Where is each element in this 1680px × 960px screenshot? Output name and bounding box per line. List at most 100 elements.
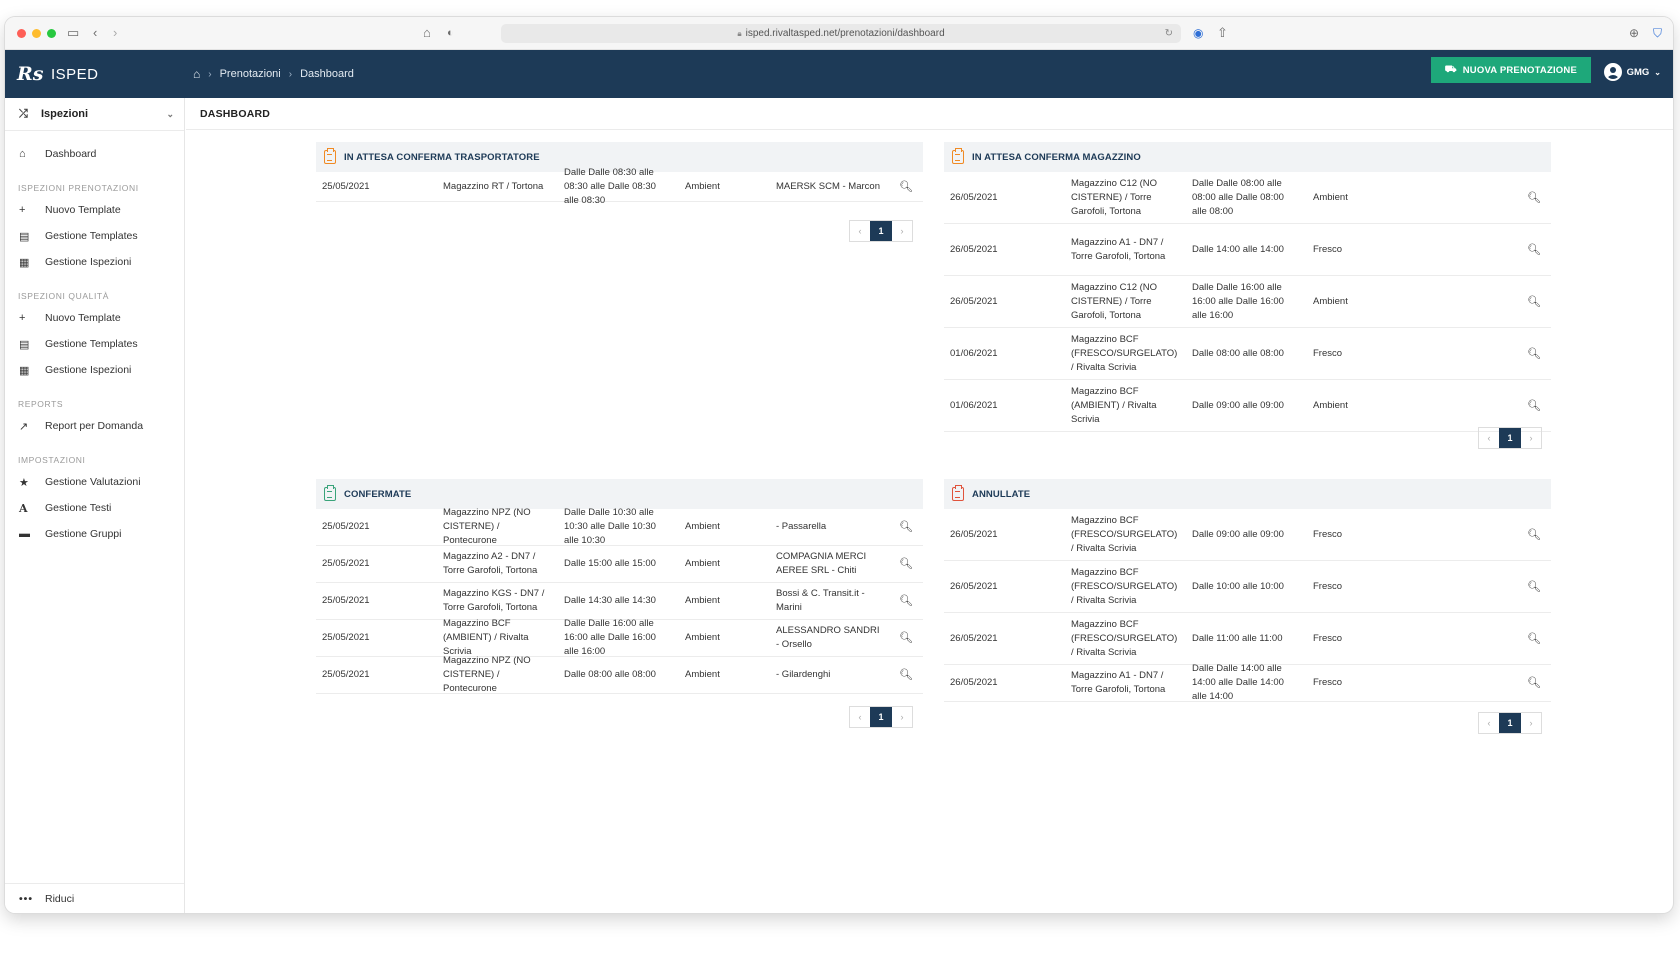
share-icon[interactable]: ⇧ <box>1217 25 1228 41</box>
panel-title: IN ATTESA CONFERMA MAGAZZINO <box>972 151 1141 163</box>
next-page-button[interactable]: › <box>1521 713 1541 733</box>
breadcrumb-dashboard[interactable]: Dashboard <box>300 68 354 80</box>
cell-type: Fresco <box>1313 580 1343 592</box>
page-number-button[interactable]: 1 <box>1499 428 1521 448</box>
plus-icon: + <box>19 204 26 216</box>
cell-time: Dalle 11:00 alle 11:00 <box>1192 632 1283 644</box>
table-row: 26/05/2021 Magazzino A1 - DN7 / Torre Gar… <box>944 224 1551 276</box>
breadcrumb-prenotazioni[interactable]: Prenotazioni <box>220 68 281 80</box>
prev-page-button[interactable]: ‹ <box>850 221 870 241</box>
sidebar-item-label: Gestione Gruppi <box>45 528 122 540</box>
font-icon: A <box>19 501 28 515</box>
cell-time: Dalle 08:00 alle 08:00 <box>1192 347 1284 359</box>
cell-warehouse: Magazzino A1 - DN7 / Torre Garofoli, Tor… <box>1071 236 1166 262</box>
sidebar-item-groups[interactable]: ▬ Gestione Gruppi <box>5 521 184 547</box>
downloads-icon[interactable]: ⊕ <box>1629 25 1639 41</box>
search-icon[interactable]: 🔍︎ <box>889 557 923 571</box>
sidebar-item-dashboard[interactable]: ⌂ Dashboard <box>5 141 184 167</box>
back-icon[interactable]: ‹ <box>93 25 97 41</box>
prev-page-button[interactable]: ‹ <box>850 707 870 727</box>
search-icon[interactable]: 🔍︎ <box>1517 528 1551 542</box>
search-icon[interactable]: 🔍︎ <box>889 594 923 608</box>
panel-title: CONFERMATE <box>344 488 412 500</box>
sidebar-item-texts[interactable]: A Gestione Testi <box>5 495 184 521</box>
user-menu[interactable]: GMG ⌄ <box>1603 63 1661 81</box>
maximize-window-button[interactable] <box>47 29 56 38</box>
sidebar-item-report-per-question[interactable]: ↗ Report per Domanda <box>5 413 184 439</box>
search-icon[interactable]: 🔍︎ <box>1517 676 1551 690</box>
cell-warehouse: Magazzino BCF (FRESCO/SURGELATO) / Rival… <box>1071 333 1178 373</box>
search-icon[interactable]: 🔍︎ <box>1517 191 1551 205</box>
search-icon[interactable]: 🔍︎ <box>1517 399 1551 413</box>
search-icon[interactable]: 🔍︎ <box>1517 347 1551 361</box>
next-page-button[interactable]: › <box>892 707 912 727</box>
next-page-button[interactable]: › <box>1521 428 1541 448</box>
more-horizontal-icon: ••• <box>19 892 34 905</box>
url-text: isped.rivaltasped.net/prenotazioni/dashb… <box>745 28 945 39</box>
sidebar-toggle-icon[interactable]: ▭ <box>67 25 79 41</box>
sidebar-item-label: Nuovo Template <box>45 204 121 216</box>
search-icon[interactable]: 🔍︎ <box>889 180 923 194</box>
page-number-button[interactable]: 1 <box>870 221 892 241</box>
close-window-button[interactable] <box>17 29 26 38</box>
browser-toolbar: ▭ ‹ › ⌂ ◐ 🔒︎ isped.rivaltasped.net/preno… <box>5 17 1673 50</box>
sidebar-item-quality-manage-inspections[interactable]: ▦ Gestione Ispezioni <box>5 357 184 383</box>
cell-time: Dalle 10:00 alle 10:00 <box>1192 580 1284 592</box>
cell-time: Dalle 15:00 alle 15:00 <box>564 558 656 569</box>
cell-warehouse: Magazzino A2 - DN7 / Torre Garofoli, Tor… <box>443 551 538 576</box>
address-bar[interactable]: 🔒︎ isped.rivaltasped.net/prenotazioni/da… <box>501 24 1181 43</box>
clipboard-icon <box>324 148 336 164</box>
sidebar-item-label: Nuovo Template <box>45 312 121 324</box>
page-number-button[interactable]: 1 <box>870 707 892 727</box>
prev-page-button[interactable]: ‹ <box>1479 428 1499 448</box>
browser-window: ▭ ‹ › ⌂ ◐ 🔒︎ isped.rivaltasped.net/preno… <box>5 17 1673 913</box>
home-icon[interactable]: ⌂ <box>423 25 431 41</box>
search-icon[interactable]: 🔍︎ <box>1517 632 1551 646</box>
shuffle-icon: ⤮ <box>19 107 28 120</box>
sidebar-item-label: Gestione Testi <box>45 502 112 514</box>
cell-date: 26/05/2021 <box>950 677 998 688</box>
cell-type: Ambient <box>685 558 720 569</box>
password-shield-icon[interactable]: ⛉ <box>1653 25 1662 41</box>
home-icon[interactable]: ⌂ <box>193 67 200 81</box>
reload-icon[interactable]: ↻ <box>1165 28 1173 39</box>
module-label: Ispezioni <box>41 108 89 120</box>
prev-page-button[interactable]: ‹ <box>1479 713 1499 733</box>
cell-date: 25/05/2021 <box>322 595 370 606</box>
shield-icon[interactable]: ◐ <box>447 25 454 41</box>
search-icon[interactable]: 🔍︎ <box>1517 243 1551 257</box>
cell-date: 25/05/2021 <box>322 669 370 680</box>
next-page-button[interactable]: › <box>892 221 912 241</box>
minimize-window-button[interactable] <box>32 29 41 38</box>
breadcrumb: ⌂ › Prenotazioni › Dashboard <box>193 67 354 81</box>
new-booking-button[interactable]: ⛟ NUOVA PRENOTAZIONE <box>1430 57 1591 83</box>
app-name: ISPED <box>51 66 99 83</box>
forward-icon[interactable]: › <box>113 25 117 41</box>
cell-date: 25/05/2021 <box>322 632 370 643</box>
search-icon[interactable]: 🔍︎ <box>889 631 923 645</box>
pagination-carrier: ‹ 1 › <box>849 220 913 242</box>
panel-header: ANNULLATE <box>944 479 1551 509</box>
table-row: 01/06/2021 Magazzino BCF (FRESCO/SURGELAT… <box>944 328 1551 380</box>
sidebar-item-manage-templates[interactable]: ▤ Gestione Templates <box>5 223 184 249</box>
cell-date: 01/06/2021 <box>950 347 998 359</box>
search-icon[interactable]: 🔍︎ <box>889 520 923 534</box>
page-number-button[interactable]: 1 <box>1499 713 1521 733</box>
cell-carrier: MAERSK SCM - Marcon <box>776 180 880 192</box>
search-icon[interactable]: 🔍︎ <box>1517 295 1551 309</box>
search-icon[interactable]: 🔍︎ <box>1517 580 1551 594</box>
cell-type: Ambient <box>685 632 720 643</box>
module-selector[interactable]: ⤮ Ispezioni ⌄ <box>5 98 184 131</box>
app-logo[interactable]: Rs <box>17 63 44 85</box>
sidebar-item-new-template[interactable]: + Nuovo Template <box>5 197 184 223</box>
sidebar-item-quality-new-template[interactable]: + Nuovo Template <box>5 305 184 331</box>
cell-type: Fresco <box>1313 347 1343 359</box>
extension-icon[interactable]: ◉ <box>1193 25 1203 41</box>
cell-warehouse: Magazzino BCF (FRESCO/SURGELATO) / Rival… <box>1071 566 1178 606</box>
sidebar-item-quality-manage-templates[interactable]: ▤ Gestione Templates <box>5 331 184 357</box>
home-icon: ⌂ <box>19 148 26 160</box>
search-icon[interactable]: 🔍︎ <box>889 668 923 682</box>
collapse-sidebar-button[interactable]: ••• Riduci <box>5 883 184 913</box>
sidebar-item-manage-inspections[interactable]: ▦ Gestione Ispezioni <box>5 249 184 275</box>
sidebar-item-ratings[interactable]: ★ Gestione Valutazioni <box>5 469 184 495</box>
